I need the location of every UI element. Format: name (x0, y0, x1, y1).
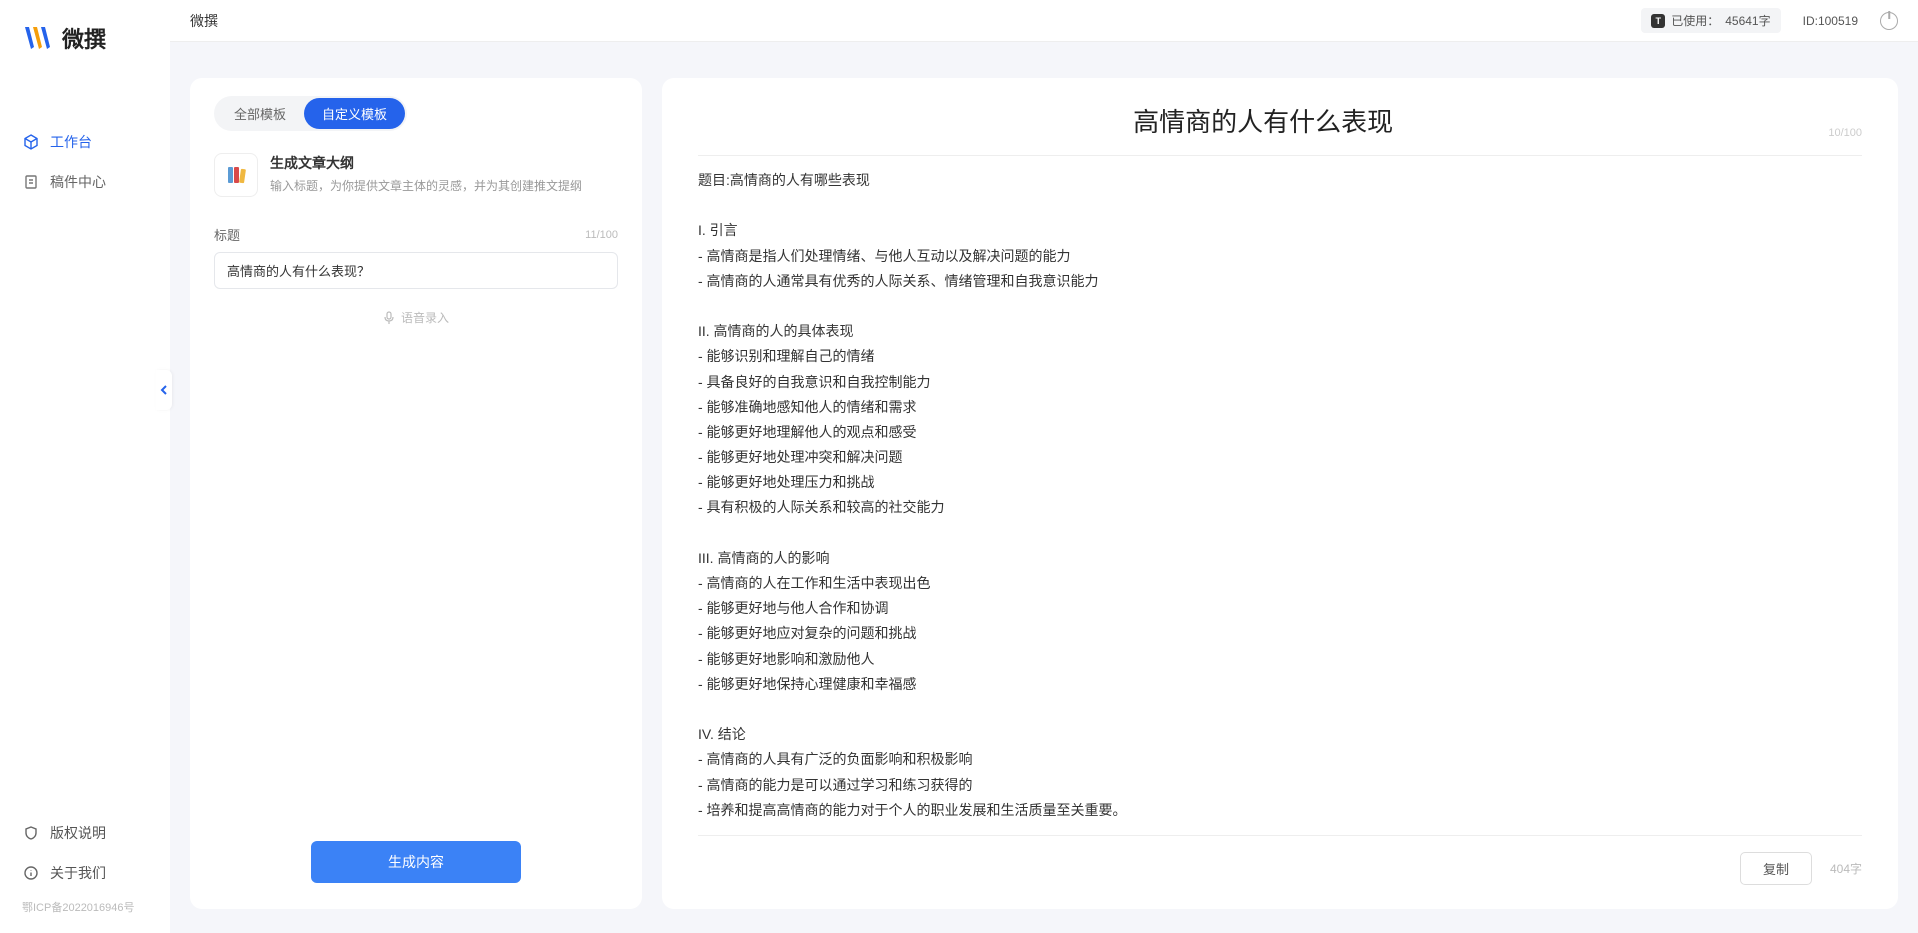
power-icon[interactable] (1880, 12, 1898, 30)
nav-label: 工作台 (50, 132, 92, 152)
content: 全部模板 自定义模板 生成文章大纲 输入标题，为你提供文章主体的灵感，并为其创建… (170, 42, 1918, 933)
field-label: 标题 (214, 225, 240, 244)
voice-label: 语音录入 (401, 309, 449, 326)
logo-icon (22, 22, 54, 54)
user-id: ID:100519 (1803, 14, 1858, 28)
left-panel: 全部模板 自定义模板 生成文章大纲 输入标题，为你提供文章主体的灵感，并为其创建… (190, 78, 642, 909)
logo-text: 微撰 (62, 22, 106, 54)
output-header: 高情商的人有什么表现 10/100 (698, 102, 1862, 156)
collapse-handle[interactable] (156, 370, 172, 410)
template-card[interactable]: 生成文章大纲 输入标题，为你提供文章主体的灵感，并为其创建推文提纲 (214, 153, 618, 197)
template-icon (214, 153, 258, 197)
generate-button[interactable]: 生成内容 (311, 841, 521, 883)
usage-prefix: 已使用： (1671, 12, 1719, 29)
chevron-left-icon (160, 384, 168, 396)
template-info: 生成文章大纲 输入标题，为你提供文章主体的灵感，并为其创建推文提纲 (270, 153, 618, 194)
logo[interactable]: 微撰 (0, 22, 170, 82)
shield-icon (22, 824, 40, 842)
template-title: 生成文章大纲 (270, 153, 618, 173)
main: 微撰 T 已使用： 45641字 ID:100519 全部模板 自定义模板 (170, 0, 1918, 933)
topbar: 微撰 T 已使用： 45641字 ID:100519 (170, 0, 1918, 42)
title-input[interactable] (214, 252, 618, 289)
books-icon (224, 163, 248, 187)
char-count: 11/100 (585, 229, 618, 241)
copyright-link[interactable]: 版权说明 (0, 813, 170, 853)
tab-custom[interactable]: 自定义模板 (304, 98, 405, 129)
output-footer: 复制 404字 (698, 835, 1862, 885)
document-icon (22, 173, 40, 191)
tab-all[interactable]: 全部模板 (216, 98, 304, 129)
info-icon (22, 864, 40, 882)
about-link[interactable]: 关于我们 (0, 853, 170, 893)
usage-badge[interactable]: T 已使用： 45641字 (1641, 8, 1780, 33)
right-panel: 高情商的人有什么表现 10/100 题目:高情商的人有哪些表现 I. 引言 - … (662, 78, 1898, 909)
field-label-row: 标题 11/100 (214, 225, 618, 244)
app-title: 微撰 (190, 11, 218, 31)
bottom-label: 关于我们 (50, 863, 106, 883)
copy-button[interactable]: 复制 (1740, 852, 1812, 885)
nav-workbench[interactable]: 工作台 (0, 122, 170, 162)
text-icon: T (1651, 14, 1665, 28)
voice-input[interactable]: 语音录入 (214, 309, 618, 326)
template-desc: 输入标题，为你提供文章主体的灵感，并为其创建推文提纲 (270, 177, 618, 194)
output-body[interactable]: 题目:高情商的人有哪些表现 I. 引言 - 高情商是指人们处理情绪、与他人互动以… (698, 168, 1862, 823)
output-title-count: 10/100 (1828, 127, 1862, 139)
nav: 工作台 稿件中心 (0, 122, 170, 202)
output-title: 高情商的人有什么表现 (698, 102, 1828, 139)
sidebar: 微撰 工作台 稿 (0, 0, 170, 933)
mic-icon (383, 311, 395, 325)
cube-icon (22, 133, 40, 151)
icp-text: 鄂ICP备2022016946号 (0, 893, 170, 921)
tabs: 全部模板 自定义模板 (214, 96, 407, 131)
nav-label: 稿件中心 (50, 172, 106, 192)
bottom-label: 版权说明 (50, 823, 106, 843)
word-count: 404字 (1830, 860, 1862, 877)
nav-drafts[interactable]: 稿件中心 (0, 162, 170, 202)
sidebar-bottom: 版权说明 关于我们 鄂ICP备2022016946号 (0, 813, 170, 933)
topbar-right: T 已使用： 45641字 ID:100519 (1641, 8, 1898, 33)
usage-value: 45641字 (1725, 12, 1770, 29)
